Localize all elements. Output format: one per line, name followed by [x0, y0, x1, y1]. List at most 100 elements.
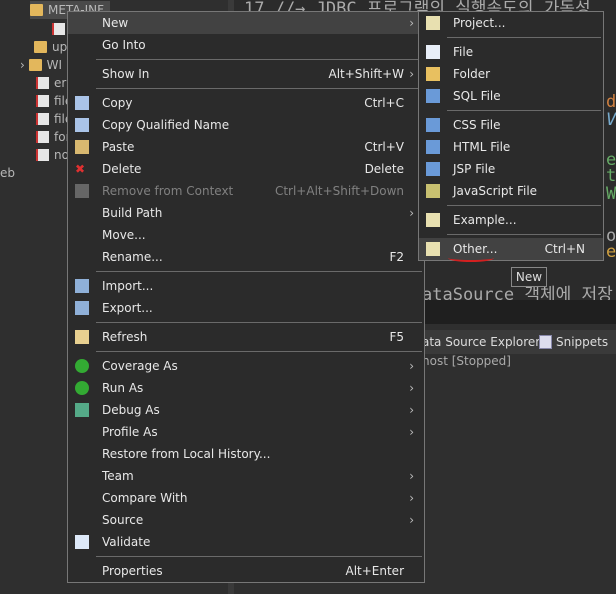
new-folder-icon — [426, 67, 440, 81]
menu-separator — [419, 107, 603, 114]
menu-item-rename[interactable]: Rename... F2 — [68, 246, 424, 268]
new-other-icon — [426, 242, 440, 256]
menu-item-label: Refresh — [102, 330, 148, 344]
menu-item-coverage-as[interactable]: Coverage As › — [68, 355, 424, 377]
menu-item-debug-as[interactable]: Debug As › — [68, 399, 424, 421]
menu-item-validate[interactable]: Validate — [68, 531, 424, 553]
menu-item-folder[interactable]: Folder — [419, 63, 603, 85]
shortcut-label: Ctrl+V — [364, 140, 404, 154]
menu-item-source[interactable]: Source › — [68, 509, 424, 531]
menu-item-label: Example... — [453, 213, 517, 227]
shortcut-label: Ctrl+N — [544, 242, 585, 256]
import-icon — [75, 279, 89, 293]
menu-item-go-into[interactable]: Go Into — [68, 34, 424, 56]
tree-item[interactable]: for — [36, 128, 71, 146]
chevron-right-icon: › — [409, 359, 414, 373]
menu-item-remove-from-context[interactable]: Remove from Context Ctrl+Alt+Shift+Down — [68, 180, 424, 202]
menu-item-copy-qualified-name[interactable]: Copy Qualified Name — [68, 114, 424, 136]
tab-snippets[interactable]: Snippets — [556, 330, 608, 354]
menu-item-label: Source — [102, 513, 144, 527]
menu-item-profile-as[interactable]: Profile As › — [68, 421, 424, 443]
remove-context-icon — [75, 184, 89, 198]
chevron-right-icon: › — [409, 403, 414, 417]
menu-separator — [68, 348, 424, 355]
folder-icon — [30, 4, 43, 16]
refresh-icon — [75, 330, 89, 344]
menu-item-label: File — [453, 45, 474, 59]
menu-separator — [419, 34, 603, 41]
tree-item[interactable]: err — [36, 74, 71, 92]
new-submenu: Project... File Folder SQL File CSS File HTML… — [418, 11, 604, 261]
menu-item-team[interactable]: Team › — [68, 465, 424, 487]
menu-item-label: Paste — [102, 140, 135, 154]
menu-item-label: JavaScript File — [453, 184, 538, 198]
menu-item-label: Copy Qualified Name — [102, 118, 230, 132]
menu-item-label: JSP File — [453, 162, 496, 176]
shortcut-label: F2 — [389, 250, 404, 264]
shortcut-label: Delete — [364, 162, 404, 176]
menu-item-label: Debug As — [102, 403, 160, 417]
chevron-right-icon: › — [409, 425, 414, 439]
menu-item-paste[interactable]: Paste Ctrl+V — [68, 136, 424, 158]
menu-item-run-as[interactable]: Run As › — [68, 377, 424, 399]
tree-item[interactable]: eb — [0, 164, 15, 182]
menu-item-sql-file[interactable]: SQL File — [419, 85, 603, 107]
menu-item-compare-with[interactable]: Compare With › — [68, 487, 424, 509]
menu-item-example[interactable]: Example... — [419, 209, 603, 231]
menu-item-label: Move... — [102, 228, 146, 242]
new-example-icon — [426, 213, 440, 227]
menu-item-refresh[interactable]: Refresh F5 — [68, 326, 424, 348]
menu-item-export[interactable]: Export... — [68, 297, 424, 319]
delete-icon: ✖ — [75, 162, 86, 176]
debug-icon — [75, 403, 89, 417]
menu-item-javascript-file[interactable]: JavaScript File — [419, 180, 603, 202]
menu-item-label: Project... — [453, 16, 506, 30]
menu-item-label: Run As — [102, 381, 144, 395]
chevron-right-icon: › — [409, 469, 414, 483]
copy-qualified-icon — [75, 118, 89, 132]
menu-item-css-file[interactable]: CSS File — [419, 114, 603, 136]
menu-item-move[interactable]: Move... — [68, 224, 424, 246]
menu-item-label: Compare With — [102, 491, 188, 505]
tree-item[interactable]: › WI — [20, 56, 62, 74]
context-menu: New › Go Into Show In Alt+Shift+W › Copy Ctrl+C… — [67, 11, 425, 583]
server-status[interactable]: host [Stopped] — [422, 354, 511, 368]
menu-item-delete[interactable]: ✖ Delete Delete — [68, 158, 424, 180]
menu-separator — [419, 202, 603, 209]
tab-data-source-explorer[interactable]: ata Source Explorer — [422, 330, 540, 354]
menu-item-import[interactable]: Import... — [68, 275, 424, 297]
menu-item-project[interactable]: Project... — [419, 12, 603, 34]
menu-item-new[interactable]: New › — [68, 12, 424, 34]
chevron-right-icon: › — [409, 206, 414, 220]
shortcut-label: F5 — [389, 330, 404, 344]
menu-item-label: Validate — [102, 535, 151, 549]
menu-item-file[interactable]: File — [419, 41, 603, 63]
jsp-file-icon — [426, 162, 440, 176]
menu-item-properties[interactable]: Properties Alt+Enter — [68, 560, 424, 582]
tree-item[interactable]: no — [36, 146, 69, 164]
new-file-icon — [426, 45, 440, 59]
chevron-right-icon: › — [409, 381, 414, 395]
html-file-icon — [426, 140, 440, 154]
menu-item-label: Profile As — [102, 425, 158, 439]
menu-item-restore-from-local-history[interactable]: Restore from Local History... — [68, 443, 424, 465]
menu-item-build-path[interactable]: Build Path › — [68, 202, 424, 224]
file-icon — [52, 23, 65, 35]
menu-item-show-in[interactable]: Show In Alt+Shift+W › — [68, 63, 424, 85]
chevron-right-icon[interactable]: › — [20, 58, 29, 72]
shortcut-label: Alt+Shift+W — [328, 67, 405, 81]
tree-item[interactable]: up — [34, 38, 67, 56]
menu-item-label: Remove from Context — [102, 184, 234, 198]
chevron-right-icon: › — [409, 491, 414, 505]
menu-item-jsp-file[interactable]: JSP File — [419, 158, 603, 180]
menu-item-copy[interactable]: Copy Ctrl+C — [68, 92, 424, 114]
menu-item-label: Rename... — [102, 250, 163, 264]
menu-item-label: SQL File — [453, 89, 501, 103]
menu-separator — [68, 553, 424, 560]
menu-item-other[interactable]: Other... Ctrl+N — [419, 238, 603, 260]
shortcut-label: Ctrl+Alt+Shift+Down — [274, 184, 404, 198]
jsp-file-icon — [36, 131, 49, 143]
jsp-file-icon — [36, 77, 49, 89]
menu-item-html-file[interactable]: HTML File — [419, 136, 603, 158]
copy-icon — [75, 96, 89, 110]
